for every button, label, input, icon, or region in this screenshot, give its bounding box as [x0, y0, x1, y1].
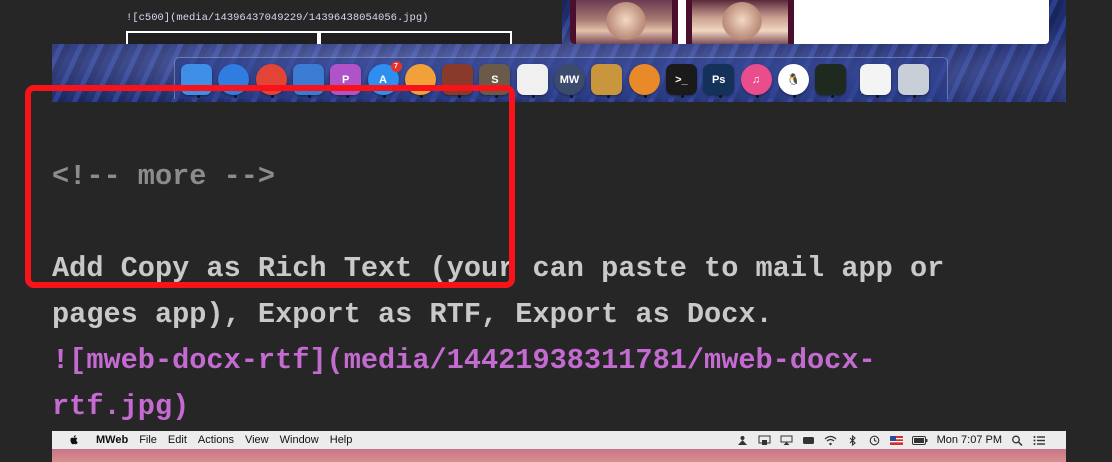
- preview-photo: [570, 0, 678, 44]
- menu-app-name[interactable]: MWeb: [96, 434, 128, 446]
- itunes-icon[interactable]: ♫: [740, 64, 772, 95]
- menu-file[interactable]: File: [139, 434, 157, 446]
- embedded-markdown-line: ![c500](media/14396437049229/14396438054…: [126, 12, 429, 24]
- mweb-icon[interactable]: MW: [554, 64, 585, 95]
- terminal-icon[interactable]: >_: [665, 64, 697, 95]
- menu-view[interactable]: View: [245, 434, 269, 446]
- markdown-text-line: pages app), Export as RTF, Export as Doc…: [52, 298, 773, 331]
- markdown-image-link[interactable]: rtf.jpg): [52, 390, 189, 423]
- dock-running-indicator: [830, 95, 834, 98]
- dock-running-indicator: [793, 95, 797, 98]
- time-machine-icon[interactable]: [868, 435, 881, 446]
- menu-actions[interactable]: Actions: [198, 434, 234, 446]
- dock-running-indicator: [718, 95, 722, 98]
- embedded-preview-pane: [570, 0, 1049, 44]
- qq-icon[interactable]: 🐧: [777, 64, 809, 95]
- blender-icon[interactable]: [628, 64, 660, 95]
- alfred-icon[interactable]: [736, 435, 749, 446]
- notification-center-icon[interactable]: [1033, 435, 1046, 446]
- embedded-editor-pane: ![c500](media/14396437049229/14396438054…: [52, 0, 562, 44]
- dock-running-indicator: [532, 95, 536, 98]
- embedded-screenshot-bottom: MWeb File Edit Actions View Window Help …: [52, 431, 1066, 462]
- us-flag-icon[interactable]: [889, 435, 903, 446]
- highlight-annotation-box: [25, 85, 515, 288]
- trash-icon[interactable]: [897, 64, 929, 95]
- menu-edit[interactable]: Edit: [168, 434, 187, 446]
- screen-share-icon[interactable]: [758, 435, 771, 446]
- battery-icon[interactable]: [911, 435, 928, 446]
- dock-running-indicator: [569, 95, 573, 98]
- menu-help[interactable]: Help: [330, 434, 353, 446]
- keyboard-icon[interactable]: [802, 435, 815, 446]
- dock-running-indicator: [913, 95, 917, 98]
- spotlight-search-icon[interactable]: [1011, 435, 1024, 446]
- dock-running-indicator: [681, 95, 685, 98]
- archive-icon[interactable]: [591, 64, 623, 95]
- menu-bar: MWeb File Edit Actions View Window Help …: [52, 431, 1066, 449]
- preview-photo: [686, 0, 794, 44]
- apple-logo-icon[interactable]: [68, 434, 80, 446]
- airplay-icon[interactable]: [780, 435, 793, 446]
- wifi-icon[interactable]: [824, 435, 837, 446]
- photoshop-icon[interactable]: Ps: [703, 64, 735, 95]
- embedded-thumbnail-strip: [126, 31, 512, 44]
- notification-badge: 7: [390, 61, 402, 72]
- menu-bar-clock[interactable]: Mon 7:07 PM: [937, 434, 1002, 446]
- document-icon[interactable]: [860, 64, 892, 95]
- dock-running-indicator: [875, 95, 879, 98]
- bluetooth-icon[interactable]: [846, 434, 859, 446]
- textedit-icon[interactable]: [516, 64, 548, 95]
- dock-running-indicator: [644, 95, 648, 98]
- dock-running-indicator: [756, 95, 759, 98]
- dock-running-indicator: [606, 95, 610, 98]
- markdown-image-link[interactable]: ![mweb-docx-rtf](media/14421938311781/mw…: [52, 344, 876, 377]
- menu-window[interactable]: Window: [280, 434, 319, 446]
- activity-monitor-icon[interactable]: [815, 64, 847, 95]
